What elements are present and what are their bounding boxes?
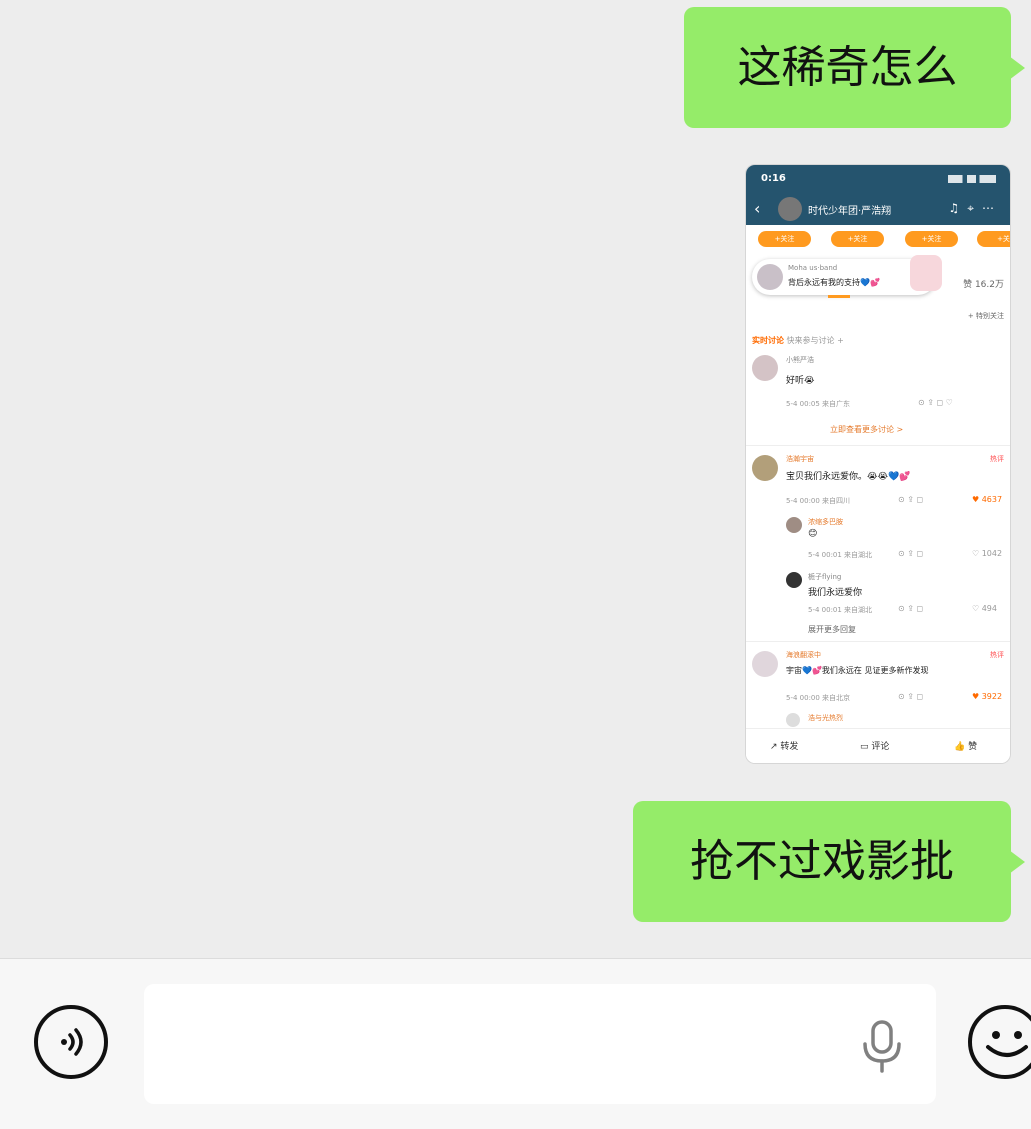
comment-text: 好听😭 [786, 376, 815, 386]
avatar [786, 572, 802, 588]
avatar [752, 455, 778, 481]
pinned-name: Moha us·band [788, 264, 838, 272]
comment-actions-icon: ⊙ ⇪ ◻ [898, 604, 924, 613]
comment-name: 浓缩多巴胺 [808, 518, 843, 526]
comment-text: 宝贝我们永远爱你。😭😭💙💕 [786, 472, 911, 482]
like-count: ♥ 3922 [972, 692, 1003, 701]
shot-follow-button: +关注 [831, 231, 884, 247]
comment-actions-icon: ⊙ ⇪ ◻ ♡ [918, 398, 953, 407]
avatar [752, 651, 778, 677]
shot-follow-button: +关注 [905, 231, 958, 247]
back-icon: ‹ [754, 199, 761, 218]
comment-name: 小熊严浩 [786, 356, 814, 364]
shot-follow-row: +关注 +关注 +关注 +关 [746, 227, 1010, 249]
avatar [786, 517, 802, 533]
hot-badge: 热评 [990, 651, 1004, 659]
sticker-image [910, 255, 942, 291]
comment-meta: 5-4 00:05 来自广东 [786, 400, 851, 408]
mic-icon-svg [863, 1020, 901, 1073]
shot-follow-button: +关 [977, 231, 1010, 247]
comment-meta: 5-4 00:00 来自四川 [786, 497, 851, 505]
voice-icon-svg [61, 1028, 83, 1056]
shot-title: 时代少年团·严浩翔 [808, 206, 892, 217]
section-title: 实时讨论 [752, 336, 784, 345]
comment-name: 海浪翻滚中 [786, 651, 821, 659]
pinned-text: 背后永远有我的支持💙💕 [788, 278, 880, 287]
comment-actions-icon: ⊙ ⇪ ◻ [898, 549, 924, 558]
hot-badge: 热评 [990, 455, 1004, 463]
avatar [752, 355, 778, 381]
shot-nav-bar: ‹ 时代少年团·严浩翔 ♫⌖⋯ [746, 193, 1010, 225]
shot-likes: 赞 16.2万 [963, 280, 1004, 290]
shot-time: 0:16 [761, 173, 786, 184]
message-bubble[interactable]: 抢不过戏影批 [633, 801, 1025, 922]
like-count: ♡ 1042 [972, 549, 1003, 558]
emoji-icon-svg [986, 1031, 1028, 1057]
comment-actions-icon: ⊙ ⇪ ◻ [898, 692, 924, 701]
message-input[interactable] [144, 984, 936, 1104]
shot-status-bar: 0:16 [746, 165, 1010, 193]
mic-icon[interactable] [858, 1018, 906, 1074]
like-label: 👍 赞 [954, 742, 978, 752]
share-label: ↗ 转发 [770, 742, 799, 752]
shared-screenshot-image[interactable]: 0:16 ‹ 时代少年团·严浩翔 ♫⌖⋯ +关注 +关注 +关注 +关 Moha… [746, 165, 1010, 763]
comment-text: 我们永远爱你 [808, 588, 863, 598]
comment-text: 宇宙💙💕我们永远在 见证更多新作发现 [786, 666, 929, 675]
emoji-icon[interactable] [968, 1005, 1031, 1079]
shot-bottom-bar: ↗ 转发 ▭ 评论 👍 赞 [746, 728, 1010, 763]
shot-follow-link: + 特别关注 [967, 312, 1004, 320]
comment-name: 浩瀚宇宙 [786, 455, 814, 463]
comment-meta: 5-4 00:01 来自湖北 [808, 606, 873, 614]
comment-meta: 5-4 00:00 来自北京 [786, 694, 851, 702]
status-icons [948, 175, 996, 183]
divider [746, 445, 1010, 446]
comment-label: ▭ 评论 [860, 742, 890, 752]
comment-name: 栀子flying [808, 573, 842, 581]
more-replies-link: 展开更多回复 [808, 625, 856, 634]
shot-avatar [778, 197, 802, 221]
like-count: ♥ 4637 [972, 495, 1003, 504]
shot-section-header: 实时讨论 快来参与讨论 + [752, 335, 844, 346]
comment-actions-icon: ⊙ ⇪ ◻ [898, 495, 924, 504]
comment-name: 浩与光热烈 [808, 714, 843, 722]
shot-pinned-comment: Moha us·band 背后永远有我的支持💙💕 [752, 255, 942, 295]
more-icon: ♫⌖⋯ [948, 201, 1002, 215]
message-bubble[interactable]: 这稀奇怎么 [684, 7, 1025, 128]
avatar [757, 264, 783, 290]
chat-area: 这稀奇怎么 0:16 ‹ 时代少年团·严浩翔 ♫⌖⋯ +关注 +关注 +关注 +… [0, 0, 1031, 958]
comment-meta: 5-4 00:01 来自湖北 [808, 551, 873, 559]
voice-icon[interactable] [34, 1005, 108, 1079]
tab-indicator [828, 295, 850, 298]
shot-follow-button: +关注 [758, 231, 811, 247]
divider [746, 641, 1010, 642]
comment-text: 😊 [808, 529, 818, 539]
view-more-link: 立即查看更多讨论 > [830, 425, 904, 434]
section-subtitle: 快来参与讨论 + [786, 336, 844, 345]
like-count: ♡ 494 [972, 604, 997, 613]
avatar [786, 713, 800, 727]
